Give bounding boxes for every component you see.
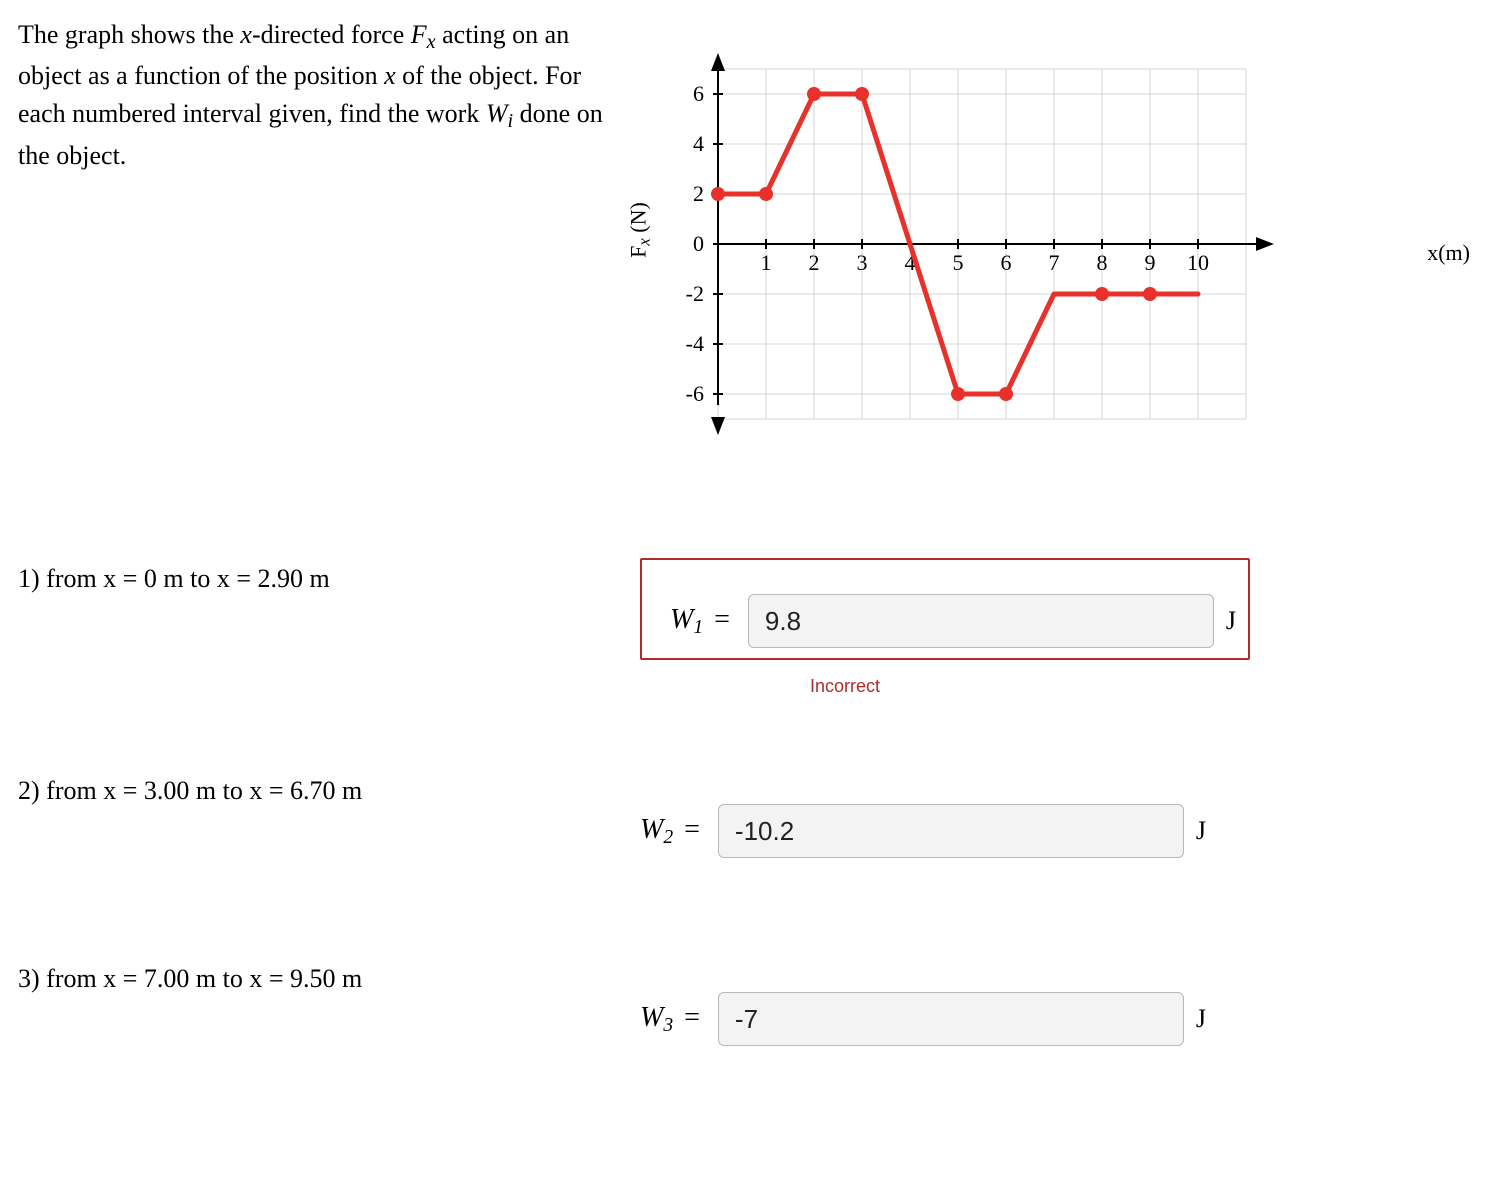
svg-text:2: 2 [809, 250, 820, 275]
answer-3-unit: J [1196, 1004, 1206, 1034]
svg-text:6: 6 [1001, 250, 1012, 275]
svg-text:9: 9 [1145, 250, 1156, 275]
svg-text:5: 5 [953, 250, 964, 275]
chart-svg: 123456789106420-2-4-6 [648, 16, 1468, 446]
answer-1-incorrect-box: W1 = 9.8 J [640, 558, 1250, 660]
answer-3-input[interactable]: -7 [718, 992, 1184, 1046]
answer-2-unit: J [1196, 816, 1206, 846]
svg-text:4: 4 [693, 131, 704, 156]
svg-text:-2: -2 [686, 281, 704, 306]
problem-statement: The graph shows the x-directed force Fx … [18, 16, 618, 174]
svg-text:6: 6 [693, 81, 704, 106]
svg-text:0: 0 [693, 231, 704, 256]
question-3: 3) from x = 7.00 m to x = 9.50 m [18, 964, 1494, 994]
svg-text:3: 3 [857, 250, 868, 275]
svg-text:-4: -4 [686, 331, 704, 356]
answer-2-label: W2 = [640, 814, 708, 849]
answer-1-label: W1 = [670, 604, 738, 639]
answer-1-input[interactable]: 9.8 [748, 594, 1214, 648]
answer-3-label: W3 = [640, 1002, 708, 1037]
svg-text:2: 2 [693, 181, 704, 206]
answer-1-unit: J [1226, 606, 1236, 636]
svg-text:7: 7 [1049, 250, 1060, 275]
svg-text:8: 8 [1097, 250, 1108, 275]
svg-text:10: 10 [1187, 250, 1209, 275]
question-2: 2) from x = 3.00 m to x = 6.70 m [18, 776, 1494, 806]
svg-text:-6: -6 [686, 381, 704, 406]
answer-2-input[interactable]: -10.2 [718, 804, 1184, 858]
svg-text:1: 1 [761, 250, 772, 275]
answer-1-status: Incorrect [810, 676, 880, 697]
force-graph: Fx (N) x(m) 123456789106420-2-4-6 [618, 16, 1494, 446]
